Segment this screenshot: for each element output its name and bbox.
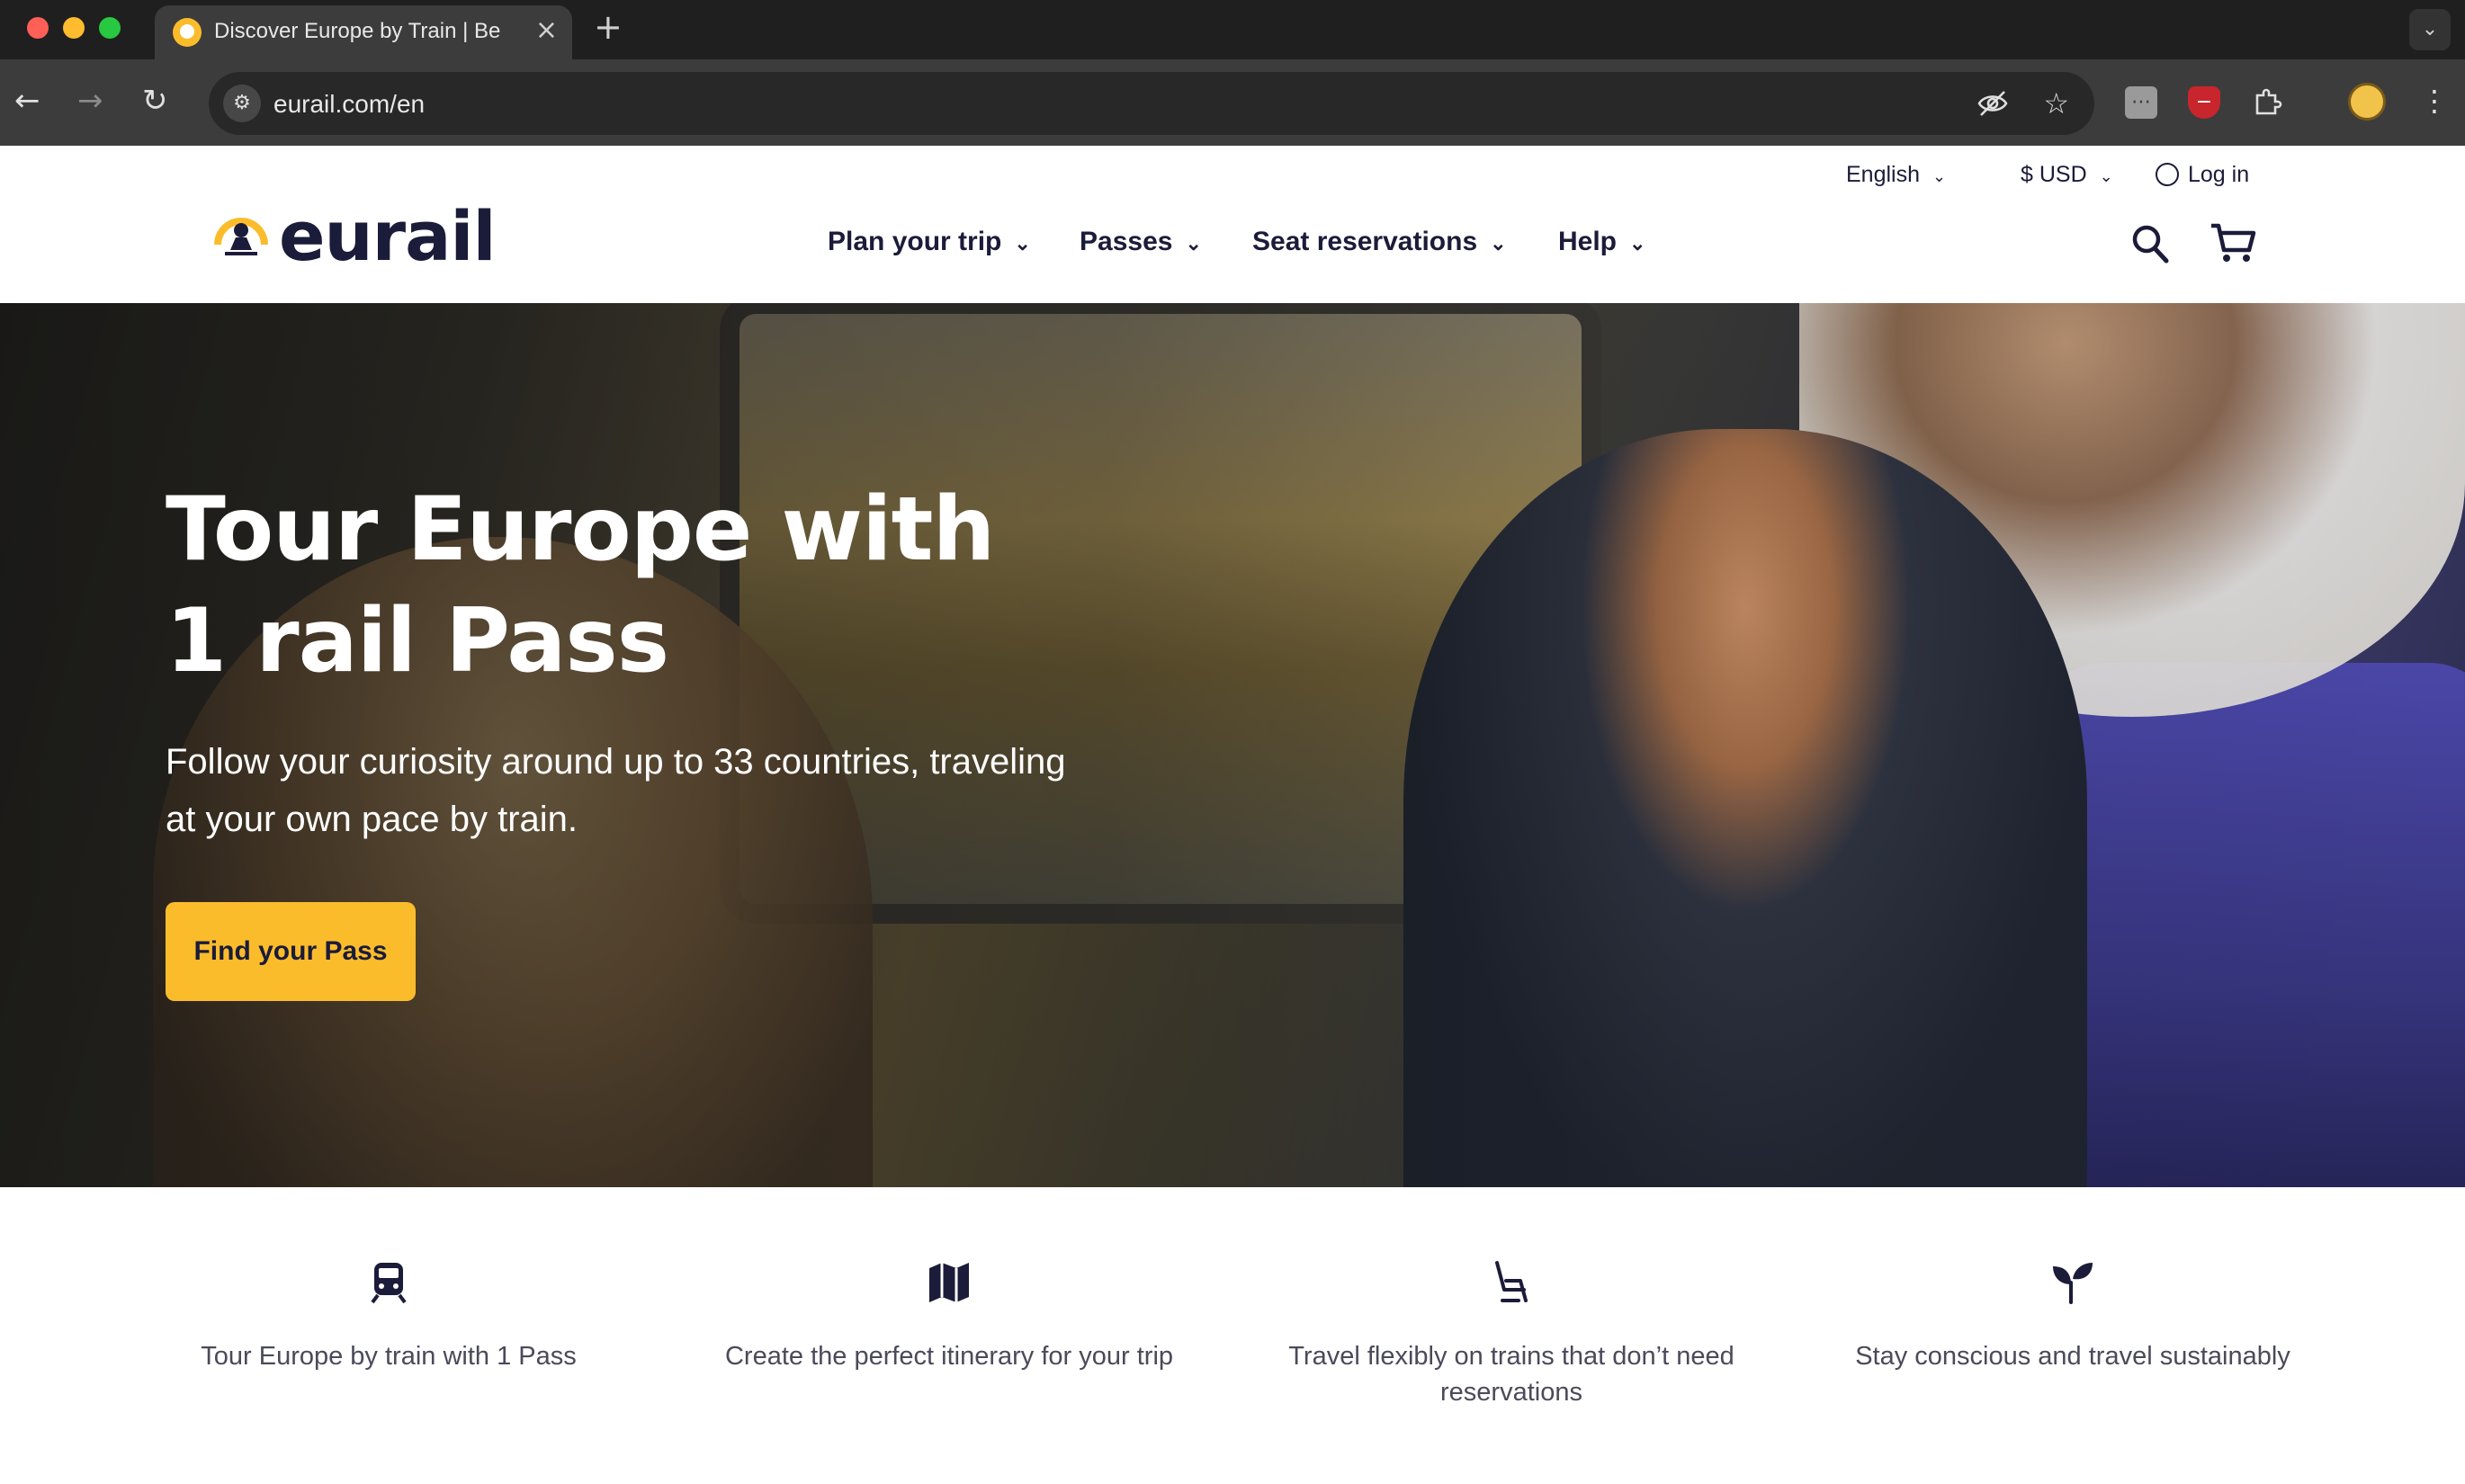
back-arrow-icon[interactable]: ← xyxy=(14,83,40,119)
chevron-down-icon: ⌄ xyxy=(1932,167,1947,185)
extension-shield-icon[interactable]: − xyxy=(2188,86,2220,119)
feature-item: Tour Europe by train with 1 Pass xyxy=(137,1259,641,1374)
chevron-down-icon: ⌄ xyxy=(1490,232,1507,255)
feature-text: Tour Europe by train with 1 Pass xyxy=(201,1342,577,1371)
language-selector[interactable]: English ⌄ xyxy=(1846,162,1946,188)
sprout-icon xyxy=(2053,1263,2093,1304)
minimize-window-button[interactable] xyxy=(63,17,85,39)
currency-selector[interactable]: $ USD ⌄ xyxy=(2021,162,2113,188)
maximize-window-button[interactable] xyxy=(99,17,121,39)
chevron-down-icon: ⌄ xyxy=(1629,232,1646,255)
nav-label: Seat reservations xyxy=(1252,227,1478,256)
chevron-down-icon: ⌄ xyxy=(1014,232,1031,255)
url-text[interactable]: eurail.com/en xyxy=(273,90,425,119)
extension-dots-icon[interactable]: ⋯ xyxy=(2125,86,2157,119)
login-label: Log in xyxy=(2188,162,2250,187)
hero-subtitle: Follow your curiosity around up to 33 co… xyxy=(166,742,1066,839)
find-your-pass-button[interactable]: Find your Pass xyxy=(166,902,416,1001)
reload-icon[interactable]: ↻ xyxy=(142,83,168,119)
close-window-button[interactable] xyxy=(27,17,49,39)
hero-banner: Tour Europe with 1 rail Pass Follow your… xyxy=(0,303,2465,1187)
extensions-puzzle-icon[interactable] xyxy=(2251,86,2283,119)
nav-label: Plan your trip xyxy=(828,227,1002,256)
seat-icon xyxy=(1495,1261,1528,1302)
feature-item: Travel flexibly on trains that don’t nee… xyxy=(1259,1259,1763,1410)
nav-seat-reservations[interactable]: Seat reservations ⌄ xyxy=(1252,227,1507,257)
language-label: English xyxy=(1846,162,1920,187)
nav-passes[interactable]: Passes ⌄ xyxy=(1080,227,1202,257)
forward-arrow-icon[interactable]: → xyxy=(77,83,103,119)
site-header: eurail English ⌄ $ USD ⌄ Log in Plan your … xyxy=(0,146,2465,303)
close-tab-icon[interactable]: × xyxy=(535,14,558,47)
browser-toolbar: ← → ↻ ⚙ eurail.com/en ☆ ⋯ − ⋮ xyxy=(0,59,2465,146)
login-link[interactable]: Log in xyxy=(2156,162,2249,188)
eye-off-icon[interactable] xyxy=(1976,86,2010,128)
map-icon xyxy=(929,1263,969,1302)
feature-text: Travel flexibly on trains that don’t nee… xyxy=(1288,1342,1734,1407)
profile-avatar[interactable] xyxy=(2348,83,2386,121)
feature-item: Stay conscious and travel sustainably xyxy=(1821,1259,2325,1374)
nav-label: Passes xyxy=(1080,227,1173,256)
browser-tabstrip: Discover Europe by Train | Be × + ⌄ xyxy=(0,0,2465,59)
browser-tab[interactable]: Discover Europe by Train | Be × xyxy=(155,5,572,59)
currency-label: $ USD xyxy=(2021,162,2087,187)
logo-wordmark: eurail xyxy=(279,196,497,276)
site-info-icon[interactable]: ⚙ xyxy=(223,85,261,122)
tab-title: Discover Europe by Train | Be xyxy=(214,19,501,43)
train-icon xyxy=(371,1263,407,1304)
address-bar[interactable]: ⚙ eurail.com/en ☆ xyxy=(209,72,2094,135)
eurail-favicon-icon xyxy=(173,18,202,47)
nav-label: Help xyxy=(1558,227,1618,256)
feature-text: Create the perfect itinerary for your tr… xyxy=(724,1342,1174,1371)
browser-menu-icon[interactable]: ⋮ xyxy=(2420,83,2449,119)
feature-item: Create the perfect itinerary for your tr… xyxy=(697,1259,1201,1374)
nav-help[interactable]: Help ⌄ xyxy=(1558,227,1645,257)
eurail-logo-icon xyxy=(214,218,268,255)
feature-text: Stay conscious and travel sustainably xyxy=(1855,1342,2290,1371)
cart-icon[interactable] xyxy=(2210,221,2256,264)
features-strip: Tour Europe by train with 1 Pass Create … xyxy=(0,1187,2465,1484)
search-icon[interactable] xyxy=(2130,221,2170,264)
bookmark-star-icon[interactable]: ☆ xyxy=(2043,86,2069,121)
nav-plan-your-trip[interactable]: Plan your trip ⌄ xyxy=(828,227,1031,257)
tab-search-button[interactable]: ⌄ xyxy=(2409,9,2451,50)
chevron-down-icon: ⌄ xyxy=(1185,232,1202,255)
new-tab-button[interactable]: + xyxy=(594,9,623,45)
user-icon xyxy=(2156,163,2179,186)
chevron-down-icon: ⌄ xyxy=(2099,167,2113,185)
hero-title: Tour Europe with 1 rail Pass xyxy=(166,478,995,693)
